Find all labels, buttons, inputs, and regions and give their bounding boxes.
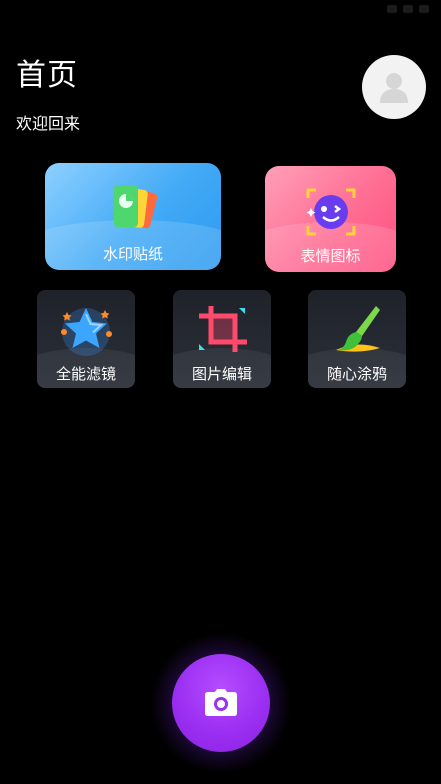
camera-icon (205, 689, 237, 716)
emoji-face-icon (302, 184, 360, 244)
camera-button[interactable] (172, 654, 270, 752)
doodle-label: 随心涂鸦 (326, 365, 387, 383)
photo-edit-card[interactable]: 图片编辑 (173, 290, 271, 388)
watermark-sticker-card[interactable]: 水印贴纸 (45, 163, 221, 270)
filter-card[interactable]: 全能滤镜 (37, 290, 135, 388)
battery-icon (419, 5, 429, 13)
filter-label: 全能滤镜 (55, 365, 116, 383)
brush-icon (326, 302, 388, 362)
signal-icon (387, 5, 397, 13)
photo-edit-label: 图片编辑 (191, 365, 252, 383)
wifi-icon (403, 5, 413, 13)
avatar[interactable] (362, 55, 426, 119)
emoji-icon-label: 表情图标 (300, 247, 361, 265)
status-icons (387, 5, 429, 13)
emoji-icon-card[interactable]: 表情图标 (265, 166, 396, 272)
crop-icon (191, 302, 253, 362)
status-bar (0, 0, 441, 22)
page-title: 首页 (16, 58, 78, 93)
welcome-text: 欢迎回来 (16, 114, 81, 133)
sticker-cards-icon (102, 181, 164, 241)
user-icon (380, 73, 408, 103)
doodle-card[interactable]: 随心涂鸦 (308, 290, 406, 388)
watermark-sticker-label: 水印贴纸 (102, 245, 163, 263)
star-filter-icon (55, 302, 117, 362)
